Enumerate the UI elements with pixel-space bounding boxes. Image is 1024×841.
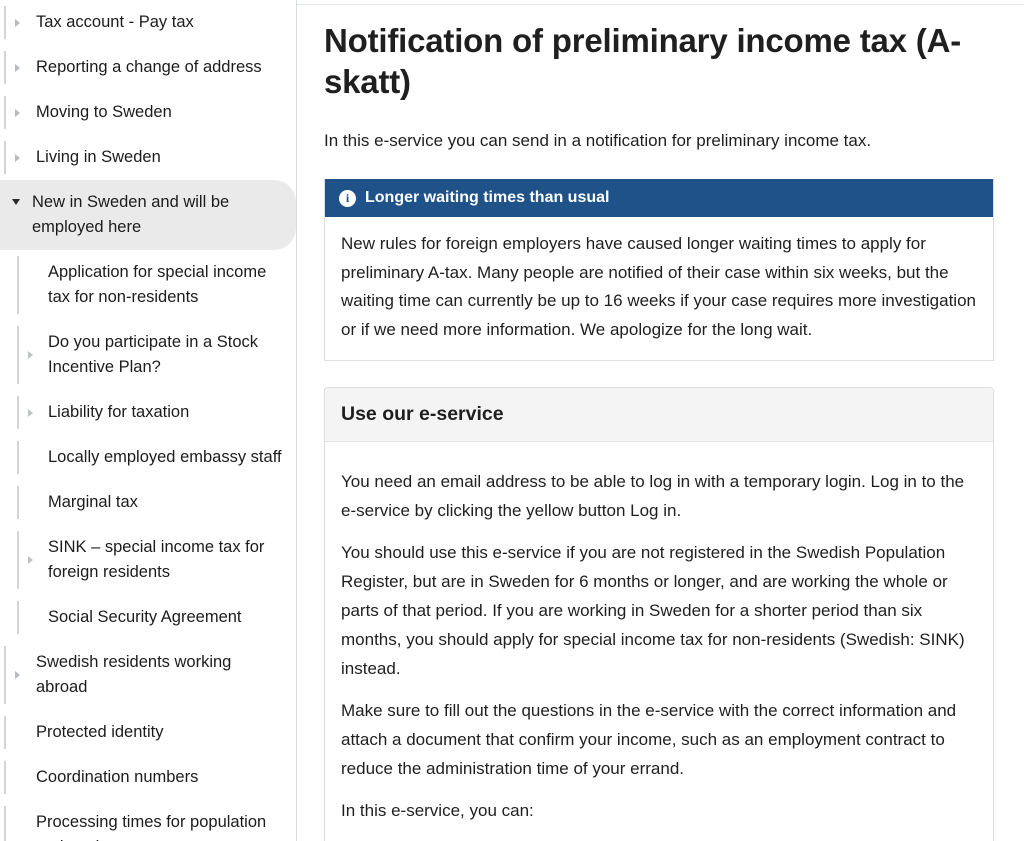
main-content: Notification of preliminary income tax (…: [297, 0, 1024, 841]
sidebar-item-tax-account-pay-tax[interactable]: Tax account - Pay tax: [0, 0, 296, 45]
sidebar-item-label: Locally employed embassy staff: [48, 448, 282, 466]
sidebar-item-marginal-tax[interactable]: Marginal tax: [0, 480, 296, 525]
sidebar-item-label: Coordination numbers: [36, 768, 199, 786]
sidebar-item-sink-special-income-tax-for-foreign-resi[interactable]: SINK – special income tax for foreign re…: [0, 525, 296, 595]
sidebar-item-label: Moving to Sweden: [36, 103, 172, 121]
eservice-paragraphs: You need an email address to be able to …: [341, 467, 977, 825]
sidebar-item-rail: [17, 486, 19, 519]
eservice-card-heading: Use our e-service: [325, 388, 993, 442]
chevron-right-icon[interactable]: [28, 556, 33, 564]
chevron-right-icon[interactable]: [15, 18, 20, 27]
sidebar-item-label: Application for special income tax for n…: [48, 263, 267, 306]
sidebar-item-do-you-participate-in-a-stock-incentive-[interactable]: Do you participate in a Stock Incentive …: [0, 320, 296, 390]
banner-heading-text: Longer waiting times than usual: [365, 189, 610, 206]
info-icon: i: [339, 189, 356, 207]
sidebar-item-rail: [4, 51, 6, 84]
chevron-down-icon[interactable]: [12, 199, 20, 205]
sidebar-item-living-in-sweden[interactable]: Living in Sweden: [0, 135, 296, 180]
sidebar-item-rail: [17, 441, 19, 474]
sidebar-item-coordination-numbers[interactable]: Coordination numbers: [0, 755, 296, 800]
sidebar-item-liability-for-taxation[interactable]: Liability for taxation: [0, 390, 296, 435]
sidebar-item-label: Swedish residents working abroad: [36, 653, 232, 696]
sidebar-item-label: New in Sweden and will be employed here: [32, 193, 230, 236]
sidebar-item-rail: [4, 806, 6, 841]
waiting-times-banner: i Longer waiting times than usual New ru…: [324, 179, 994, 361]
sidebar-item-label: Living in Sweden: [36, 148, 161, 166]
eservice-card-body: You need an email address to be able to …: [325, 442, 993, 841]
sidebar-item-reporting-a-change-of-address[interactable]: Reporting a change of address: [0, 45, 296, 90]
sidebar-list: Tax account - Pay tax Reporting a change …: [0, 0, 296, 841]
sidebar-item-rail: [17, 396, 19, 429]
chevron-right-icon[interactable]: [15, 153, 20, 162]
chevron-right-icon[interactable]: [28, 408, 33, 417]
sidebar-navigation: Tax account - Pay tax Reporting a change …: [0, 0, 296, 841]
chevron-right-icon[interactable]: [15, 63, 20, 72]
sidebar-item-label: Marginal tax: [48, 493, 138, 511]
sidebar-item-rail: [4, 96, 6, 129]
sidebar-item-rail: [17, 601, 19, 634]
intro-paragraph: In this e-service you can send in a noti…: [324, 131, 872, 150]
sidebar-item-rail: [4, 6, 6, 39]
sidebar-item-protected-identity[interactable]: Protected identity: [0, 710, 296, 755]
sidebar-item-rail: [4, 646, 6, 704]
sidebar-item-locally-employed-embassy-staff[interactable]: Locally employed embassy staff: [0, 435, 296, 480]
sidebar-item-processing-times-for-population-registra[interactable]: Processing times for population registra…: [0, 800, 296, 841]
sidebar-item-label: Social Security Agreement: [48, 608, 242, 626]
eservice-card: Use our e-service You need an email addr…: [324, 387, 994, 841]
eservice-bullet-item: Send in a notification for preliminary i…: [367, 837, 977, 841]
sidebar-item-rail: [17, 256, 19, 314]
sidebar-item-social-security-agreement[interactable]: Social Security Agreement: [0, 595, 296, 640]
sidebar-item-rail: [17, 326, 19, 384]
sidebar-item-moving-to-sweden[interactable]: Moving to Sweden: [0, 90, 296, 135]
banner-body-text: New rules for foreign employers have cau…: [341, 234, 976, 339]
sidebar-item-label: Reporting a change of address: [36, 58, 262, 76]
chevron-right-icon[interactable]: [15, 671, 20, 679]
sidebar-item-rail: [4, 716, 6, 749]
sidebar-item-new-in-sweden-and-will-be-employed-here[interactable]: New in Sweden and will be employed here: [0, 180, 296, 250]
eservice-paragraph: In this e-service, you can:: [341, 801, 534, 820]
sidebar-item-rail: [4, 141, 6, 174]
page-root: Tax account - Pay tax Reporting a change …: [0, 0, 1024, 841]
sidebar-item-label: SINK – special income tax for foreign re…: [48, 538, 265, 581]
sidebar-item-label: Do you participate in a Stock Incentive …: [48, 333, 259, 376]
sidebar-item-rail: [4, 761, 6, 794]
banner-header: i Longer waiting times than usual: [325, 179, 993, 217]
sidebar-item-label: Tax account - Pay tax: [36, 13, 194, 31]
chevron-right-icon[interactable]: [15, 108, 20, 117]
eservice-bullet-list: Send in a notification for preliminary i…: [341, 837, 977, 841]
page-title: Notification of preliminary income tax (…: [324, 22, 962, 100]
sidebar-item-label: Liability for taxation: [48, 403, 190, 421]
sidebar-item-application-for-special-income-tax-for-n[interactable]: Application for special income tax for n…: [0, 250, 296, 320]
sidebar-item-rail: [17, 531, 19, 589]
sidebar-item-swedish-residents-working-abroad[interactable]: Swedish residents working abroad: [0, 640, 296, 710]
eservice-paragraph: Make sure to fill out the questions in t…: [341, 701, 957, 778]
eservice-paragraph: You need an email address to be able to …: [341, 472, 965, 520]
sidebar-item-label: Processing times for population registra…: [36, 813, 267, 841]
chevron-right-icon[interactable]: [28, 351, 33, 359]
sidebar-item-label: Protected identity: [36, 723, 164, 741]
eservice-paragraph: You should use this e-service if you are…: [341, 543, 965, 678]
